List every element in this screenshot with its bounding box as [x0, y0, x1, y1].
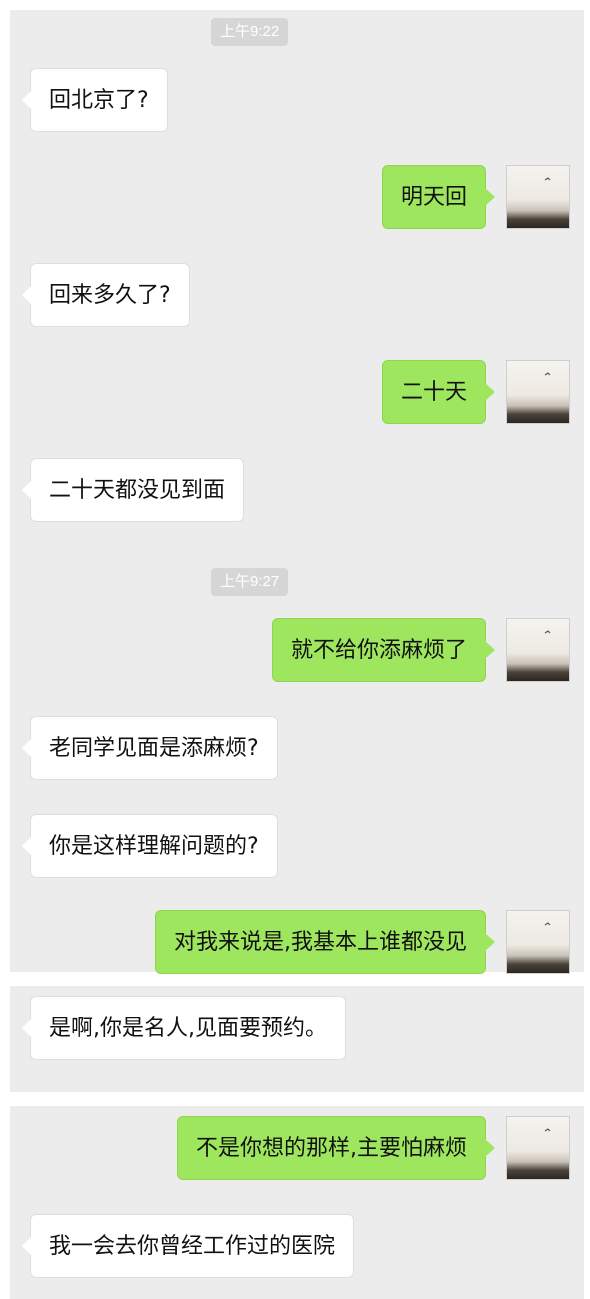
- timestamp: 上午9:27: [211, 568, 289, 596]
- message-bubble[interactable]: 二十天都没见到面: [21, 458, 245, 522]
- message-incoming: 我一会去你曾经工作过的医院: [10, 1214, 584, 1278]
- timestamp: 上午9:22: [211, 18, 289, 46]
- seaside-landscape-avatar-icon: [544, 1128, 551, 1132]
- chat-panel-3[interactable]: 不是你想的那样,主要怕麻烦 我一会去你曾经工作过的医院: [10, 1106, 584, 1299]
- avatar[interactable]: [506, 618, 570, 682]
- seaside-landscape-avatar-icon: [544, 177, 551, 181]
- message-incoming: 老同学见面是添麻烦?: [10, 716, 584, 780]
- message-outgoing: 对我来说是,我基本上谁都没见: [10, 910, 584, 974]
- message-bubble[interactable]: 回北京了?: [22, 68, 168, 132]
- message-incoming: 二十天都没见到面: [10, 458, 584, 522]
- avatar[interactable]: [506, 910, 570, 974]
- message-bubble[interactable]: 我一会去你曾经工作过的医院: [21, 1214, 355, 1278]
- message-bubble[interactable]: 就不给你添麻烦了: [271, 618, 496, 682]
- avatar[interactable]: [506, 1116, 570, 1180]
- message-outgoing: 二十天: [10, 360, 584, 424]
- message-bubble[interactable]: 回来多久了?: [22, 263, 190, 327]
- avatar[interactable]: [506, 360, 570, 424]
- seaside-landscape-avatar-icon: [544, 922, 551, 926]
- message-bubble[interactable]: 不是你想的那样,主要怕麻烦: [177, 1116, 495, 1180]
- message-bubble[interactable]: 你是这样理解问题的?: [22, 814, 278, 878]
- message-outgoing: 不是你想的那样,主要怕麻烦: [10, 1116, 584, 1180]
- seaside-landscape-avatar-icon: [544, 630, 551, 634]
- message-outgoing: 就不给你添麻烦了: [10, 618, 584, 682]
- message-bubble[interactable]: 明天回: [381, 165, 496, 229]
- message-bubble[interactable]: 是啊,你是名人,见面要预约。: [22, 996, 346, 1060]
- message-incoming: 是啊,你是名人,见面要预约。: [10, 996, 584, 1060]
- message-incoming: 回来多久了?: [10, 263, 584, 327]
- message-incoming: 回北京了?: [10, 68, 584, 132]
- avatar[interactable]: [506, 165, 570, 229]
- chat-panel-2[interactable]: 是啊,你是名人,见面要预约。: [10, 986, 584, 1092]
- chat-panel-1[interactable]: 上午9:22 回北京了? 明天回 回来多久了? 二十天 二十天都没见到面 上午9…: [10, 10, 584, 974]
- message-bubble[interactable]: 二十天: [381, 360, 496, 424]
- message-bubble[interactable]: 对我来说是,我基本上谁都没见: [155, 910, 495, 974]
- seaside-landscape-avatar-icon: [544, 372, 551, 376]
- message-incoming: 你是这样理解问题的?: [10, 814, 584, 878]
- message-outgoing: 明天回: [10, 165, 584, 229]
- message-bubble[interactable]: 老同学见面是添麻烦?: [22, 716, 278, 780]
